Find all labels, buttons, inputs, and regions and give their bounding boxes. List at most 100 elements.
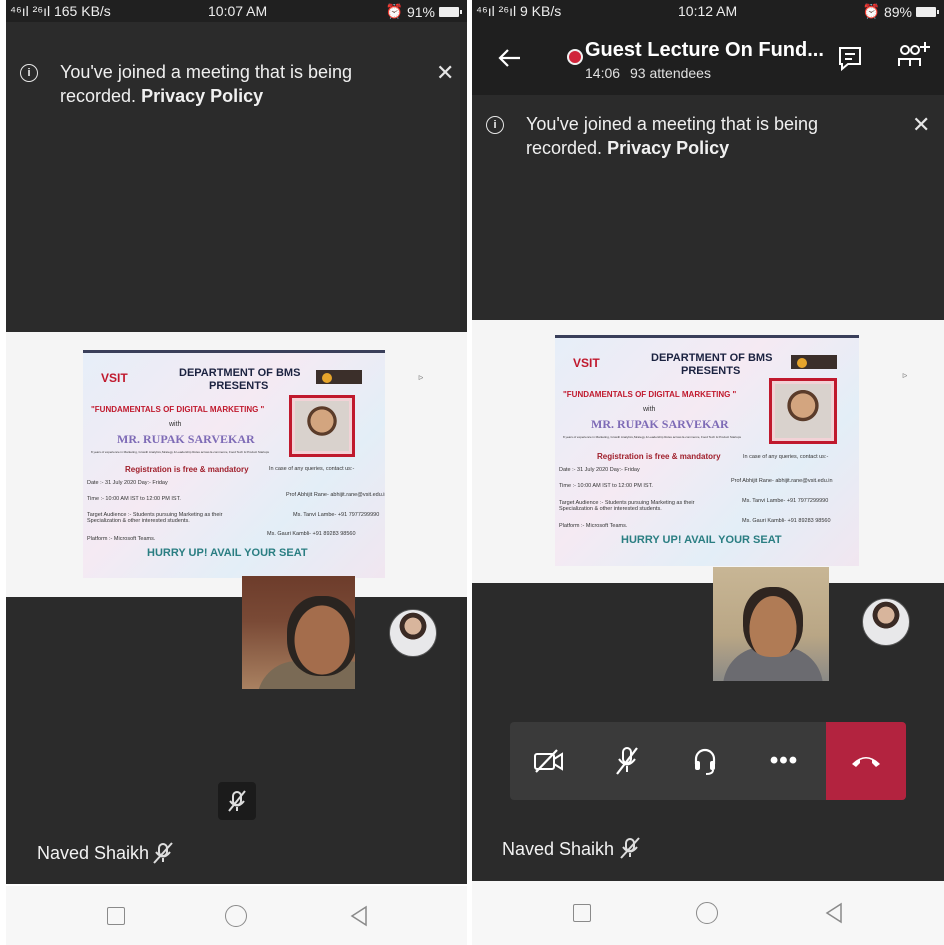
back-triangle-icon[interactable] bbox=[348, 904, 370, 928]
status-bar: ⁴⁶ıl ²⁶ıl 165 KB/s 10:07 AM ⏰ 91% bbox=[6, 0, 467, 22]
poster-contact3: Ms. Gauri Kambli- +91 89283 98560 bbox=[742, 518, 831, 524]
hang-up-button[interactable] bbox=[826, 722, 906, 800]
poster-presents: PRESENTS bbox=[209, 380, 269, 392]
mic-off-icon bbox=[228, 790, 246, 812]
poster-with: with bbox=[643, 406, 656, 413]
participant-avatar[interactable] bbox=[389, 609, 437, 657]
attendee-count: 93 attendees bbox=[630, 65, 711, 81]
back-triangle-icon[interactable] bbox=[823, 901, 845, 925]
poster-time: Time :- 10:00 AM IST to 12:00 PM IST. bbox=[559, 483, 653, 489]
info-icon: i bbox=[20, 64, 38, 82]
poster-dept: DEPARTMENT OF BMS bbox=[651, 352, 773, 364]
poster-contact2: Ms. Tanvi Lambe- +91 7977299990 bbox=[293, 512, 380, 518]
camera-toggle-button[interactable] bbox=[510, 722, 588, 800]
android-nav-bar bbox=[6, 886, 467, 945]
clock: 10:12 AM bbox=[678, 3, 738, 19]
poster-registration: Registration is free & mandatory bbox=[125, 465, 249, 474]
event-poster: VSIT DEPARTMENT OF BMS PRESENTS "FUNDAME… bbox=[83, 350, 385, 578]
recents-icon[interactable] bbox=[107, 907, 125, 925]
participant-name: Naved Shaikh bbox=[502, 839, 615, 859]
poster-dept: DEPARTMENT OF BMS bbox=[179, 367, 301, 379]
recording-banner: i You've joined a meeting that is being … bbox=[472, 108, 944, 178]
poster-org: VSIT bbox=[573, 356, 600, 370]
meeting-header: Guest Lecture On Fund... 14:06 93 attend… bbox=[472, 22, 944, 95]
speaker-photo bbox=[289, 395, 355, 457]
network-status: ⁴⁶ıl ²⁶ıl 9 KB/s bbox=[476, 3, 562, 19]
mic-off-icon bbox=[616, 747, 638, 775]
participants-icon[interactable] bbox=[896, 40, 930, 72]
close-icon[interactable]: ✕ bbox=[912, 114, 930, 136]
recording-indicator bbox=[567, 49, 583, 65]
audio-output-button[interactable] bbox=[666, 722, 744, 800]
poster-date: Date :- 31 July 2020 Day:- Friday bbox=[87, 480, 168, 486]
more-options-button[interactable]: ••• bbox=[744, 722, 824, 800]
poster-bio: 8 years of experience in Marketing, Grow… bbox=[91, 450, 270, 454]
poster-presents: PRESENTS bbox=[681, 365, 741, 377]
status-bar: ⁴⁶ıl ²⁶ıl 9 KB/s 10:12 AM ⏰ 89% bbox=[472, 0, 944, 22]
headset-icon bbox=[694, 748, 716, 775]
android-nav-bar bbox=[472, 881, 944, 945]
right-phone-screen: ⁴⁶ıl ²⁶ıl 9 KB/s 10:12 AM ⏰ 89% Guest Le… bbox=[472, 0, 944, 945]
back-arrow-icon[interactable] bbox=[498, 48, 522, 68]
poster-contact1: Prof Abhijit Rane- abhijit.rane@vsit.edu… bbox=[286, 492, 385, 498]
network-status: ⁴⁶ıl ²⁶ıl 165 KB/s bbox=[10, 3, 111, 19]
speaker-photo bbox=[769, 378, 837, 444]
event-poster: VSIT DEPARTMENT OF BMS PRESENTS "FUNDAME… bbox=[555, 335, 859, 566]
alarm-icon: ⏰ bbox=[385, 3, 403, 19]
logo-icon bbox=[316, 370, 362, 384]
close-icon[interactable]: ✕ bbox=[436, 62, 454, 84]
poster-topic: "FUNDAMENTALS OF DIGITAL MARKETING " bbox=[91, 405, 265, 414]
recents-icon[interactable] bbox=[573, 904, 591, 922]
battery-icon bbox=[439, 6, 462, 17]
home-icon[interactable] bbox=[696, 902, 718, 924]
logo-icon bbox=[791, 355, 837, 369]
poster-speaker: MR. RUPAK SARVEKAR bbox=[117, 432, 255, 446]
left-phone-screen: ⁴⁶ıl ²⁶ıl 165 KB/s 10:07 AM ⏰ 91% i You'… bbox=[6, 0, 467, 945]
poster-time: Time :- 10:00 AM IST to 12:00 PM IST. bbox=[87, 496, 181, 502]
camera-off-icon bbox=[534, 749, 563, 773]
meeting-title: Guest Lecture On Fund... bbox=[585, 39, 824, 61]
poster-contact1: Prof Abhijit Rane- abhijit.rane@vsit.edu… bbox=[731, 478, 833, 484]
privacy-policy-link[interactable]: Privacy Policy bbox=[607, 138, 729, 158]
poster-date: Date :- 31 July 2020 Day:- Friday bbox=[559, 467, 640, 473]
alarm-icon: ⏰ bbox=[862, 3, 880, 19]
poster-audience: Target Audience :- Students pursuing Mar… bbox=[87, 512, 223, 524]
poster-queries: In case of any queries, contact us:- bbox=[269, 466, 355, 472]
shared-content-area: VSIT DEPARTMENT OF BMS PRESENTS "FUNDAME… bbox=[6, 332, 467, 597]
poster-contact2: Ms. Tanvi Lambe- +91 7977299990 bbox=[742, 498, 829, 504]
poster-platform: Platform :- Microsoft Teams. bbox=[87, 536, 156, 542]
mute-toggle-button[interactable] bbox=[588, 722, 666, 800]
battery-status: ⏰ 91% bbox=[385, 3, 462, 20]
poster-contact3: Ms. Gauri Kambli- +91 89283 98560 bbox=[267, 531, 356, 537]
poster-audience: Target Audience :- Students pursuing Mar… bbox=[559, 500, 695, 512]
poster-queries: In case of any queries, contact us:- bbox=[743, 454, 829, 460]
recording-banner: i You've joined a meeting that is being … bbox=[6, 40, 467, 120]
participant-avatar[interactable] bbox=[862, 598, 910, 646]
participant-name: Naved Shaikh bbox=[37, 843, 150, 863]
poster-cta: HURRY UP! AVAIL YOUR SEAT bbox=[621, 534, 782, 546]
mic-off-icon bbox=[620, 837, 640, 859]
mic-off-badge bbox=[218, 782, 256, 820]
poster-registration: Registration is free & mandatory bbox=[597, 452, 721, 461]
chat-icon[interactable] bbox=[836, 44, 864, 72]
clock: 10:07 AM bbox=[208, 3, 268, 19]
poster-cta: HURRY UP! AVAIL YOUR SEAT bbox=[147, 547, 308, 559]
poster-with: with bbox=[169, 421, 182, 428]
poster-platform: Platform :- Microsoft Teams. bbox=[559, 523, 628, 529]
cursor-mark: ᐅ bbox=[418, 375, 424, 382]
home-icon[interactable] bbox=[225, 905, 247, 927]
meeting-duration: 14:06 bbox=[585, 65, 621, 81]
shared-content-area: VSIT DEPARTMENT OF BMS PRESENTS "FUNDAME… bbox=[472, 320, 944, 583]
participant-video[interactable] bbox=[242, 576, 355, 689]
poster-bio: 8 years of experience in Marketing, Grow… bbox=[563, 435, 742, 439]
battery-icon bbox=[916, 6, 939, 17]
privacy-policy-link[interactable]: Privacy Policy bbox=[141, 86, 263, 106]
cursor-mark: ᐅ bbox=[902, 373, 908, 380]
mic-off-icon bbox=[153, 842, 173, 864]
participant-video[interactable] bbox=[713, 567, 829, 681]
poster-topic: "FUNDAMENTALS OF DIGITAL MARKETING " bbox=[563, 390, 737, 399]
hang-up-icon bbox=[852, 757, 880, 767]
poster-org: VSIT bbox=[101, 371, 128, 385]
more-icon: ••• bbox=[769, 747, 799, 774]
info-icon: i bbox=[486, 116, 504, 134]
